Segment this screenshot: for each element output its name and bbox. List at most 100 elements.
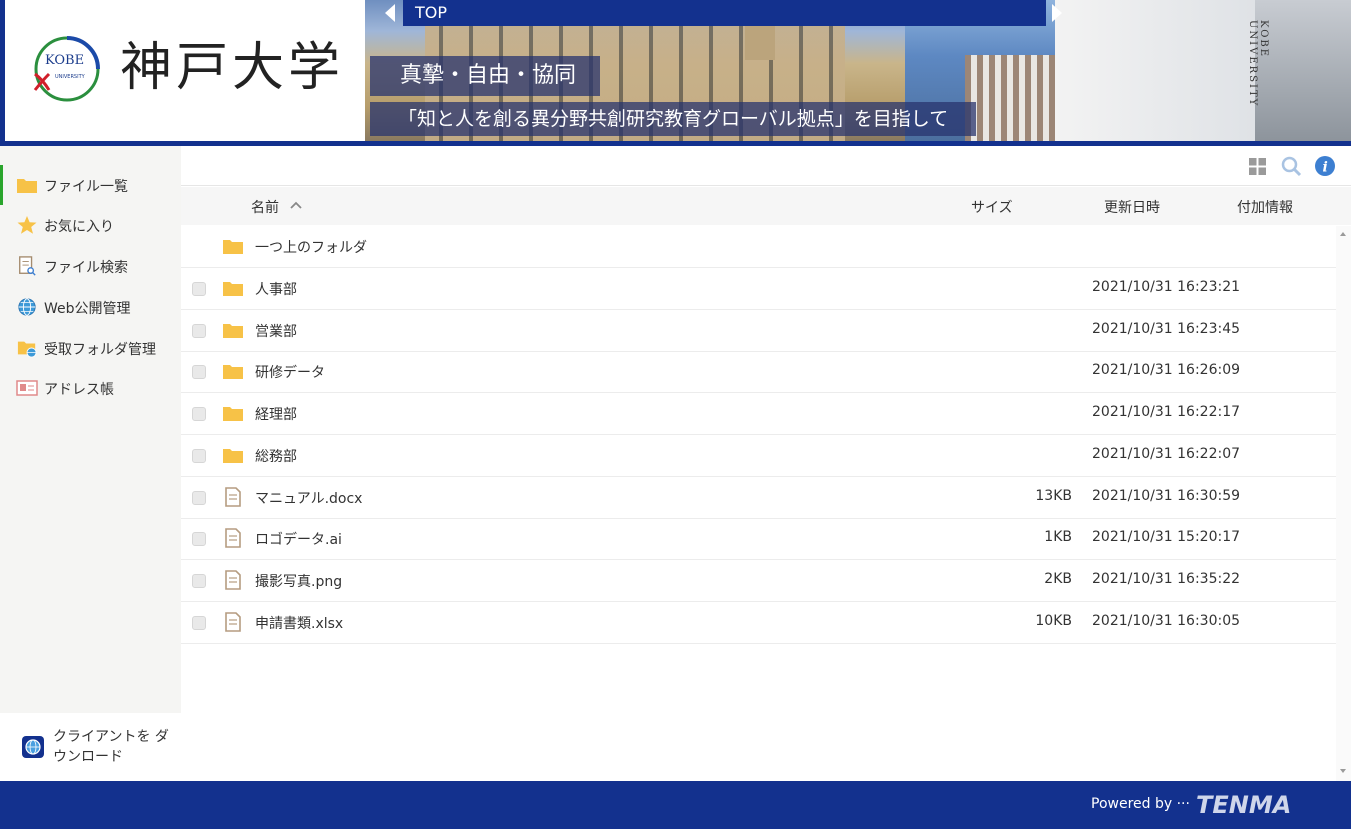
parent-folder-label[interactable]: 一つ上のフォルダ <box>255 237 367 257</box>
document-icon <box>225 486 241 507</box>
file-search-icon <box>19 256 36 276</box>
grid-view-icon[interactable] <box>1249 158 1266 175</box>
sidebar-item-address-book[interactable]: アドレス帳 <box>0 368 181 408</box>
folder-globe-icon <box>17 341 37 358</box>
row-checkbox[interactable] <box>192 573 206 588</box>
document-icon <box>225 570 241 590</box>
row-name[interactable]: ロゴデータ.ai <box>255 529 342 549</box>
row-size: 10KB <box>1035 612 1072 629</box>
scroll-down-arrow-icon[interactable] <box>1340 769 1346 773</box>
row-checkbox[interactable] <box>192 407 206 422</box>
row-checkbox[interactable] <box>192 532 206 547</box>
banner-vertical-text: KOBE UNIVERSITY <box>1247 20 1269 108</box>
row-checkbox[interactable] <box>192 615 206 630</box>
row-checkbox[interactable] <box>192 448 206 463</box>
folder-icon <box>223 323 243 338</box>
parent-folder-row[interactable]: 一つ上のフォルダ <box>181 226 1336 268</box>
client-download-icon <box>22 736 44 758</box>
folder-icon <box>17 179 37 193</box>
row-modified: 2021/10/31 15:20:17 <box>1092 529 1241 546</box>
slogan-secondary: 「知と人を創る異分野共創研究教育グローバル拠点」を目指して <box>370 102 977 136</box>
kobe-emblem-icon: KOBE UNIVERSITY <box>33 36 100 102</box>
svg-text:i: i <box>1323 160 1328 176</box>
star-icon <box>17 216 37 234</box>
footer: Powered by ··· TENMA <box>0 781 1351 829</box>
column-header-extra[interactable]: 付加情報 <box>1237 197 1293 217</box>
row-size: 2KB <box>1044 570 1072 587</box>
folder-icon <box>223 407 243 422</box>
table-row[interactable]: ロゴデータ.ai 1KB 2021/10/31 15:20:17 <box>181 518 1336 561</box>
column-header-size[interactable]: サイズ <box>971 197 1013 217</box>
svg-text:UNIVERSITY: UNIVERSITY <box>55 74 86 80</box>
sidebar: ファイル一覧 お気に入り ファイル検索 Web公開管理 受取フォルダ管理 アドレ… <box>0 146 181 781</box>
address-card-icon <box>16 380 38 396</box>
university-logo[interactable]: KOBE UNIVERSITY 神戸大学 <box>5 0 365 141</box>
row-name[interactable]: 人事部 <box>255 279 297 299</box>
row-modified: 2021/10/31 16:22:17 <box>1092 404 1241 421</box>
column-header-name[interactable]: 名前 <box>251 197 279 217</box>
row-name[interactable]: 申請書類.xlsx <box>255 613 343 633</box>
sidebar-item-file-list[interactable]: ファイル一覧 <box>0 165 181 205</box>
globe-icon <box>18 298 36 316</box>
table-header: 名前 サイズ 更新日時 付加情報 <box>181 187 1351 225</box>
table-row[interactable]: 経理部 2021/10/31 16:22:17 <box>181 393 1336 436</box>
site-header: KOBE UNIVERSITY 神戸大学 KOBE UNIVERSITY TOP… <box>0 0 1351 146</box>
row-modified: 2021/10/31 16:30:59 <box>1092 487 1241 504</box>
row-name[interactable]: 営業部 <box>255 321 297 341</box>
university-name: 神戸大学 <box>120 38 345 98</box>
document-icon <box>225 611 241 632</box>
folder-icon <box>223 365 243 380</box>
sort-ascending-icon[interactable] <box>290 201 302 209</box>
table-row[interactable]: 撮影写真.png 2KB 2021/10/31 16:35:22 <box>181 560 1336 602</box>
folder-icon <box>223 282 243 296</box>
svg-text:KOBE: KOBE <box>45 53 84 68</box>
slogan-primary: 真摯・自由・協同 <box>370 56 601 96</box>
file-browser: i 名前 サイズ 更新日時 付加情報 一つ上のフォルダ 人事部 2021/10/3… <box>181 146 1351 781</box>
row-name[interactable]: 研修データ <box>255 362 325 382</box>
document-icon <box>225 528 241 548</box>
row-size: 1KB <box>1044 529 1072 546</box>
table-row[interactable]: 人事部 2021/10/31 16:23:21 <box>181 268 1336 310</box>
row-modified: 2021/10/31 16:35:22 <box>1092 570 1241 587</box>
row-name[interactable]: マニュアル.docx <box>255 488 362 508</box>
row-name[interactable]: 総務部 <box>255 446 297 466</box>
row-checkbox[interactable] <box>192 490 206 505</box>
powered-by-text: Powered by ··· <box>1091 796 1190 812</box>
sidebar-item-web-publish[interactable]: Web公開管理 <box>0 287 181 327</box>
folder-icon <box>223 240 243 254</box>
folder-icon <box>223 448 243 463</box>
top-link-bar[interactable]: TOP <box>403 0 1046 26</box>
info-icon[interactable]: i <box>1315 156 1335 176</box>
row-modified: 2021/10/31 16:30:05 <box>1092 612 1241 629</box>
row-checkbox[interactable] <box>192 282 206 296</box>
search-icon[interactable] <box>1281 156 1302 177</box>
sidebar-item-favorites[interactable]: お気に入り <box>0 205 181 245</box>
row-checkbox[interactable] <box>192 365 206 380</box>
vertical-scrollbar[interactable] <box>1336 226 1351 781</box>
row-checkbox[interactable] <box>192 323 206 338</box>
header-banner: KOBE UNIVERSITY TOP 真摯・自由・協同 「知と人を創る異分野共… <box>365 0 1351 141</box>
toolbar: i <box>181 146 1351 186</box>
row-name[interactable]: 撮影写真.png <box>255 571 342 591</box>
client-download-button[interactable]: クライアントを ダウンロード <box>0 713 181 781</box>
table-row[interactable]: 研修データ 2021/10/31 16:26:09 <box>181 351 1336 394</box>
banner-next-arrow-icon[interactable] <box>1052 4 1062 22</box>
row-name[interactable]: 経理部 <box>255 404 297 424</box>
row-size: 13KB <box>1035 487 1072 504</box>
tenma-logo: TENMA <box>1196 791 1292 819</box>
row-modified: 2021/10/31 16:22:07 <box>1092 445 1241 462</box>
table-row[interactable]: 営業部 2021/10/31 16:23:45 <box>181 310 1336 352</box>
row-modified: 2021/10/31 16:23:21 <box>1092 279 1241 295</box>
banner-prev-arrow-icon[interactable] <box>385 4 395 22</box>
table-row[interactable]: 申請書類.xlsx 10KB 2021/10/31 16:30:05 <box>181 602 1336 644</box>
top-link[interactable]: TOP <box>415 3 447 22</box>
row-modified: 2021/10/31 16:23:45 <box>1092 320 1241 337</box>
client-download-label: クライアントを ダウンロード <box>53 729 169 765</box>
column-header-modified[interactable]: 更新日時 <box>1104 197 1160 217</box>
table-row[interactable]: マニュアル.docx 13KB 2021/10/31 16:30:59 <box>181 477 1336 519</box>
sidebar-item-receive-folder[interactable]: 受取フォルダ管理 <box>0 328 181 368</box>
scroll-up-arrow-icon[interactable] <box>1340 232 1346 236</box>
sidebar-item-file-search[interactable]: ファイル検索 <box>0 246 181 286</box>
table-row[interactable]: 総務部 2021/10/31 16:22:07 <box>181 435 1336 477</box>
row-modified: 2021/10/31 16:26:09 <box>1092 362 1241 379</box>
